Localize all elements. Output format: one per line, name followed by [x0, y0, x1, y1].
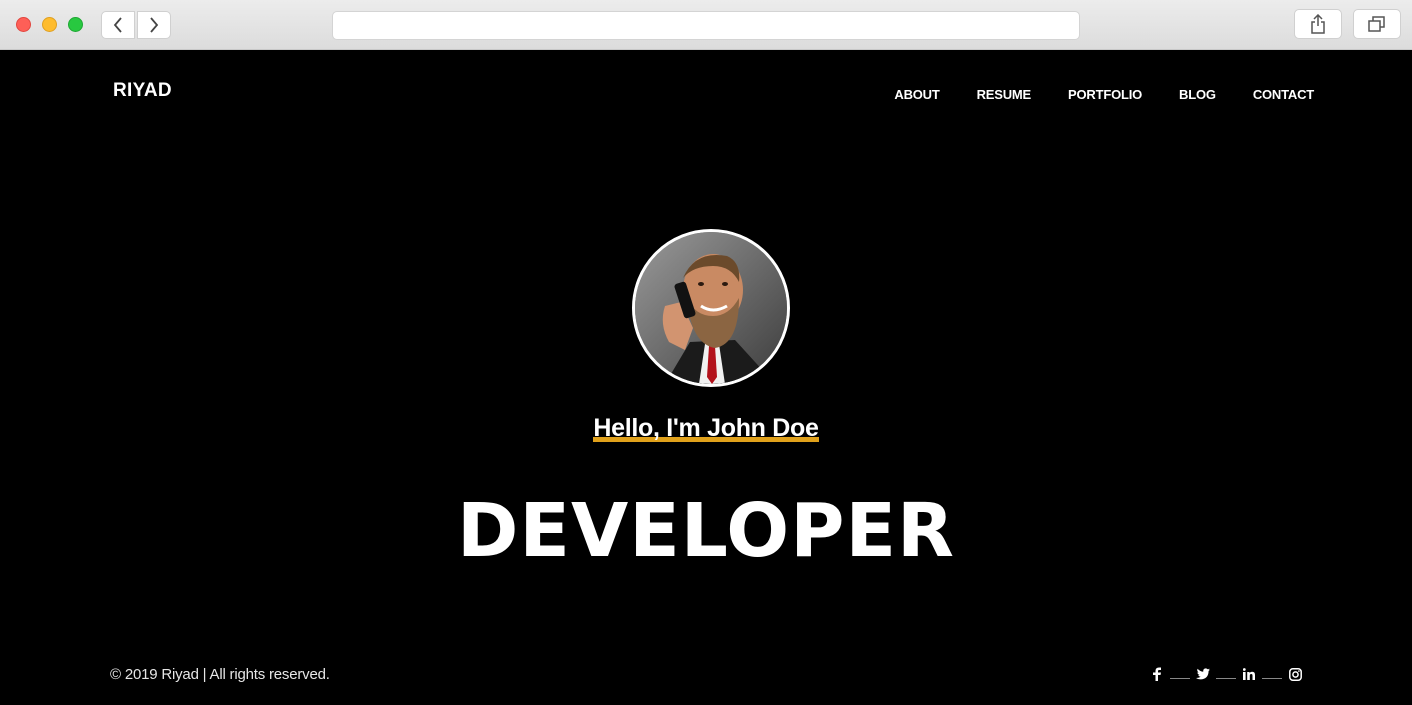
browser-toolbar — [0, 0, 1412, 50]
social-divider — [1216, 677, 1236, 679]
nav-blog[interactable]: BLOG — [1179, 87, 1216, 102]
social-links — [1150, 666, 1302, 682]
copyright-text: © 2019 Riyad | All rights reserved. — [110, 666, 330, 683]
facebook-icon[interactable] — [1150, 666, 1164, 682]
share-icon — [1311, 14, 1325, 34]
twitter-icon[interactable] — [1196, 666, 1210, 682]
share-button[interactable] — [1294, 9, 1342, 39]
greeting-heading: Hello, I'm John Doe — [593, 414, 819, 444]
close-window-button[interactable] — [16, 17, 31, 32]
minimize-window-button[interactable] — [42, 17, 57, 32]
social-divider — [1170, 677, 1190, 679]
maximize-window-button[interactable] — [68, 17, 83, 32]
nav-about[interactable]: ABOUT — [894, 87, 939, 102]
site-logo[interactable]: RIYAD — [113, 80, 172, 102]
main-nav: ABOUT RESUME PORTFOLIO BLOG CONTACT — [894, 87, 1314, 102]
nav-resume[interactable]: RESUME — [977, 87, 1032, 102]
nav-contact[interactable]: CONTACT — [1253, 87, 1314, 102]
role-heading: DEVELOPER — [457, 488, 955, 574]
instagram-icon[interactable] — [1288, 666, 1302, 682]
back-button[interactable] — [101, 11, 135, 39]
forward-button[interactable] — [137, 11, 171, 39]
address-bar[interactable] — [332, 11, 1080, 40]
chevron-left-icon — [113, 17, 122, 33]
nav-portfolio[interactable]: PORTFOLIO — [1068, 87, 1142, 102]
tabs-overview-button[interactable] — [1353, 9, 1401, 39]
greeting-container: Hello, I'm John Doe — [0, 414, 1412, 444]
profile-photo-icon — [635, 232, 787, 384]
avatar — [632, 229, 790, 387]
social-divider — [1262, 677, 1282, 679]
linkedin-icon[interactable] — [1242, 666, 1256, 682]
chevron-right-icon — [150, 17, 159, 33]
tabs-icon — [1368, 16, 1385, 32]
